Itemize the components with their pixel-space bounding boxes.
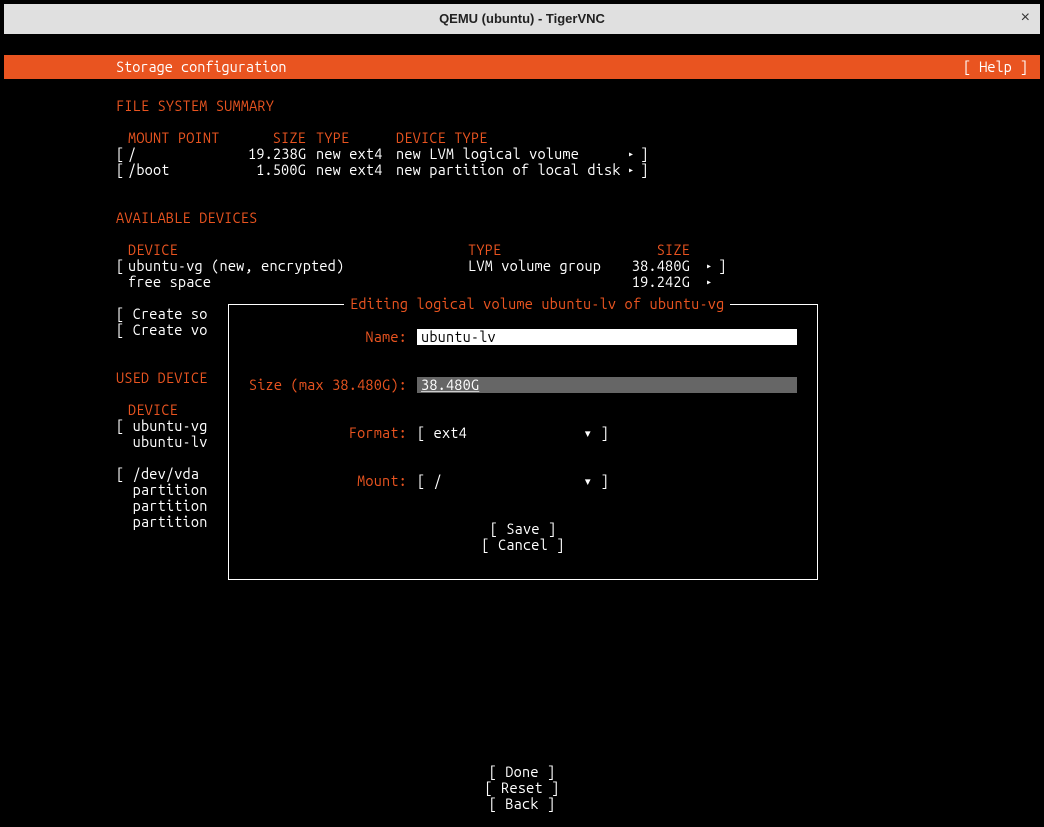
back-button[interactable]: [ Back ] bbox=[489, 795, 556, 812]
chevron-down-icon: ▾ bbox=[583, 472, 592, 489]
format-dropdown[interactable]: [ ext4 ▾ ] bbox=[417, 425, 609, 441]
name-label: Name: bbox=[247, 329, 407, 345]
used-row[interactable]: ubuntu-lv bbox=[116, 434, 208, 450]
size-input[interactable]: 38.480G bbox=[417, 377, 797, 393]
save-button[interactable]: [ Save ] bbox=[490, 520, 557, 537]
done-button[interactable]: [ Done ] bbox=[489, 763, 556, 780]
format-label: Format: bbox=[247, 425, 407, 441]
used-row[interactable]: [ ubuntu-vg bbox=[116, 418, 208, 434]
fs-row[interactable]: [ /boot 1.500G new ext4 new partition of… bbox=[0, 162, 1044, 178]
close-icon[interactable]: × bbox=[1021, 9, 1030, 27]
page-title: Storage configuration bbox=[16, 59, 287, 75]
col-device: DEVICE bbox=[128, 242, 468, 258]
mount-label: Mount: bbox=[247, 473, 407, 489]
window-titlebar: QEMU (ubuntu) - TigerVNC × bbox=[4, 4, 1040, 34]
fs-row[interactable]: [ / 19.238G new ext4 new LVM logical vol… bbox=[0, 146, 1044, 162]
available-heading: AVAILABLE DEVICES bbox=[116, 210, 257, 226]
page-header: Storage configuration [ Help ] bbox=[4, 55, 1040, 79]
used-row[interactable]: partition bbox=[116, 482, 208, 498]
col-devtype: DEVICE TYPE bbox=[396, 130, 488, 146]
cancel-button[interactable]: [ Cancel ] bbox=[481, 536, 564, 553]
footer-buttons: [ Done ] [ Reset ] [ Back ] bbox=[0, 764, 1044, 812]
col-size2: SIZE bbox=[630, 242, 690, 258]
size-label: Size (max 38.480G): bbox=[247, 377, 407, 393]
mount-dropdown[interactable]: [ / ▾ ] bbox=[417, 473, 609, 489]
dialog-title: Editing logical volume ubuntu-lv of ubun… bbox=[344, 296, 730, 312]
window-title: QEMU (ubuntu) - TigerVNC bbox=[439, 12, 605, 27]
device-row[interactable]: free space 19.242G ▸ bbox=[0, 274, 1044, 290]
col-mount: MOUNT POINT bbox=[128, 130, 248, 146]
col-size: SIZE bbox=[248, 130, 316, 146]
chevron-down-icon: ▾ bbox=[583, 424, 592, 441]
used-heading: USED DEVICE bbox=[116, 370, 208, 386]
col-type: TYPE bbox=[316, 130, 396, 146]
chevron-right-icon: ▸ bbox=[690, 260, 712, 271]
col-type2: TYPE bbox=[468, 242, 630, 258]
used-row[interactable]: [ /dev/vda bbox=[116, 466, 199, 482]
name-input[interactable]: ubuntu-lv bbox=[417, 329, 797, 345]
help-button[interactable]: [ Help ] bbox=[963, 59, 1028, 75]
device-row[interactable]: [ ubuntu-vg (new, encrypted) LVM volume … bbox=[0, 258, 1044, 274]
used-row[interactable]: partition bbox=[116, 498, 208, 514]
create-volume-group[interactable]: [ Create vo bbox=[116, 322, 208, 338]
col-device3: DEVICE bbox=[128, 402, 178, 418]
edit-lv-dialog: Editing logical volume ubuntu-lv of ubun… bbox=[228, 304, 818, 580]
reset-button[interactable]: [ Reset ] bbox=[485, 779, 560, 796]
create-software-raid[interactable]: [ Create so bbox=[116, 306, 208, 322]
used-row[interactable]: partition bbox=[116, 514, 208, 530]
fs-summary-heading: FILE SYSTEM SUMMARY bbox=[116, 98, 274, 114]
chevron-right-icon: ▸ bbox=[690, 276, 712, 287]
